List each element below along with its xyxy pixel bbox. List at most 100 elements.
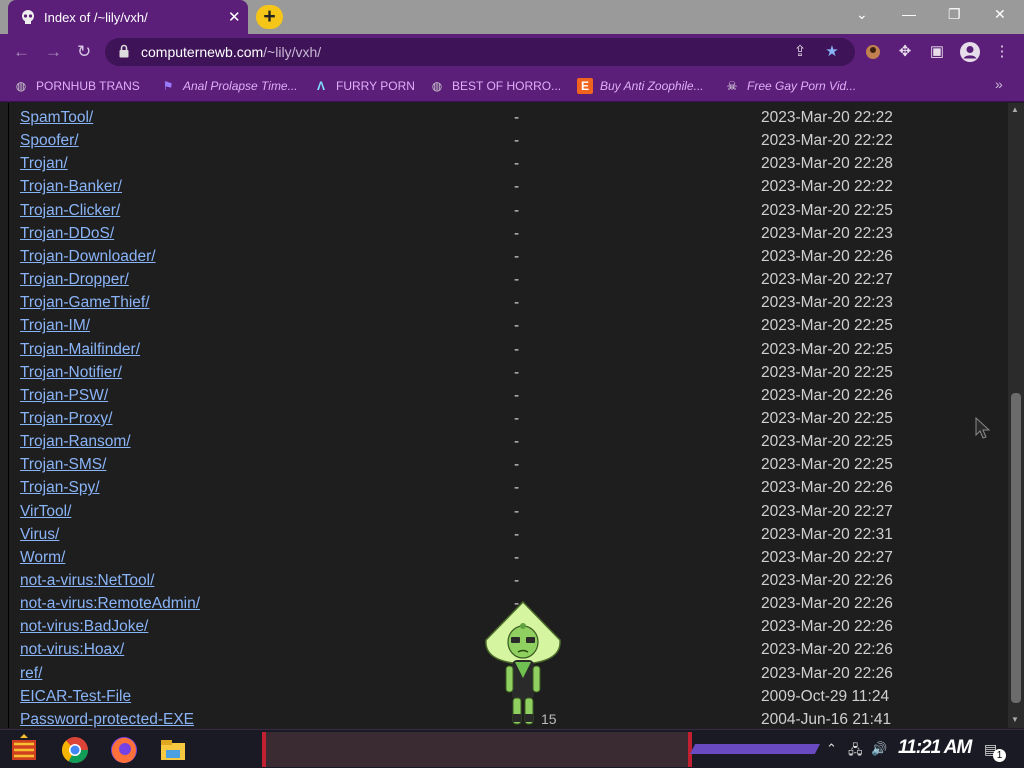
bookmarks-overflow-button[interactable]: »	[995, 76, 1003, 92]
page-scrollbar[interactable]: ▲ ▼	[1008, 103, 1024, 728]
listing-link[interactable]: Trojan-Downloader/	[20, 248, 156, 266]
bookmark-item[interactable]: E Buy Anti Zoophile...	[577, 78, 704, 94]
listing-link[interactable]: not-a-virus:NetTool/	[20, 572, 154, 590]
listing-link[interactable]: SpamTool/	[20, 109, 93, 127]
close-window-button[interactable]: ✕	[994, 6, 1006, 23]
listing-row: VirTool/ - 2023-Mar-20 22:27	[9, 499, 999, 522]
listing-size: -	[514, 109, 520, 126]
listing-link[interactable]: Trojan-GameThief/	[20, 294, 150, 312]
listing-link[interactable]: Trojan-PSW/	[20, 387, 108, 405]
listing-date: 2023-Mar-20 22:25	[761, 201, 893, 219]
bookmarks-bar: ◍ PORNHUB TRANS ⚑ Anal Prolapse Time... ΛF…	[0, 70, 1024, 102]
profile-extension-icon[interactable]	[864, 43, 882, 61]
listing-link[interactable]: Trojan-Ransom/	[20, 433, 131, 451]
bookmark-item[interactable]: ⚑ Anal Prolapse Time...	[160, 78, 298, 94]
lock-icon	[119, 44, 129, 58]
close-tab-icon[interactable]: ✕	[228, 8, 241, 26]
listing-row: Worm/ - 2023-Mar-20 22:27	[9, 545, 999, 568]
scrollbar-thumb[interactable]	[1011, 393, 1021, 703]
listing-date: 2023-Mar-20 22:25	[761, 456, 893, 474]
listing-date: 2009-Oct-29 11:24	[761, 687, 890, 705]
bookmark-star-icon[interactable]: ★	[823, 43, 841, 61]
network-icon[interactable]: 🖧	[848, 741, 863, 763]
listing-date: 2023-Mar-20 22:25	[761, 409, 893, 427]
listing-link[interactable]: not-a-virus:RemoteAdmin/	[20, 595, 200, 613]
side-panel-icon[interactable]: ▣	[928, 43, 946, 61]
scroll-down-arrow-icon[interactable]: ▼	[1011, 715, 1019, 724]
scroll-up-arrow-icon[interactable]: ▲	[1011, 105, 1019, 114]
listing-link[interactable]: not-virus:Hoax/	[20, 641, 124, 659]
listing-link[interactable]: Virus/	[20, 526, 59, 544]
listing-size: -	[514, 178, 520, 196]
listing-date: 2023-Mar-20 22:25	[761, 317, 893, 335]
browser-toolbar: ← → ↻ computernewb.com/~lily/vxh/ ⇪ ★ ✥ …	[0, 34, 1024, 70]
reload-button[interactable]: ↻	[77, 42, 91, 62]
listing-row: Trojan-SMS/ - 2023-Mar-20 22:25	[9, 452, 999, 475]
listing-date: 2023-Mar-20 22:26	[761, 386, 893, 404]
bookmark-item[interactable]: ◍ BEST OF HORRO...	[429, 78, 561, 94]
mascot-counter: 15	[541, 711, 557, 727]
listing-date: 2023-Mar-20 22:25	[761, 340, 893, 358]
listing-link[interactable]: Trojan-Proxy/	[20, 410, 112, 428]
bookmark-item[interactable]: ☠ Free Gay Porn Vid...	[724, 78, 857, 94]
taskbar-clock[interactable]: 11:21 AM	[898, 737, 972, 759]
listing-link[interactable]: Spoofer/	[20, 132, 79, 150]
listing-link[interactable]: Password-protected-EXE	[20, 711, 194, 728]
bookmark-item[interactable]: ◍ PORNHUB TRANS	[13, 78, 140, 94]
volume-icon[interactable]: 🔊	[871, 741, 887, 757]
chrome-taskbar-icon[interactable]	[59, 734, 91, 766]
listing-row: Trojan-DDoS/ - 2023-Mar-20 22:23	[9, 221, 999, 244]
profile-avatar-icon[interactable]	[959, 41, 981, 63]
listing-link[interactable]: Trojan-SMS/	[20, 456, 106, 474]
listing-link[interactable]: not-virus:BadJoke/	[20, 618, 148, 636]
listing-link[interactable]: Trojan-Mailfinder/	[20, 341, 140, 359]
address-bar[interactable]: computernewb.com/~lily/vxh/ ⇪ ★	[105, 38, 855, 66]
listing-size: -	[514, 363, 520, 381]
browser-menu-button[interactable]: ⋮	[993, 43, 1011, 61]
listing-link[interactable]: Trojan-Clicker/	[20, 202, 120, 220]
tab-strip: Index of /~lily/vxh/ ✕ + ⌄ — ❐ ✕	[0, 0, 1024, 34]
listing-link[interactable]: ref/	[20, 665, 42, 683]
listing-link[interactable]: Trojan-Banker/	[20, 178, 122, 196]
url-path: /~lily/vxh/	[263, 44, 322, 60]
listing-link[interactable]: Trojan/	[20, 155, 68, 173]
listing-date: 2023-Mar-20 22:26	[761, 479, 893, 497]
restore-button[interactable]: ❐	[948, 6, 961, 23]
tab-active[interactable]: Index of /~lily/vxh/ ✕	[8, 0, 248, 34]
listing-link[interactable]: Trojan-Dropper/	[20, 271, 129, 289]
listing-date: 2023-Mar-20 22:26	[761, 247, 893, 265]
listing-link[interactable]: EICAR-Test-File	[20, 688, 131, 706]
listing-date: 2023-Mar-20 22:22	[761, 132, 893, 150]
listing-link[interactable]: Trojan-IM/	[20, 317, 90, 335]
listing-link[interactable]: Trojan-Notifier/	[20, 364, 122, 382]
share-icon[interactable]: ⇪	[791, 43, 809, 61]
bookmark-item[interactable]: Λ FURRY PORN	[313, 78, 415, 94]
listing-date: 2023-Mar-20 22:25	[761, 363, 893, 381]
listing-date: 2004-Jun-16 21:41	[761, 710, 892, 728]
extensions-puzzle-icon[interactable]: ✥	[896, 43, 914, 61]
listing-link[interactable]: Worm/	[20, 549, 65, 567]
firefox-taskbar-icon[interactable]	[108, 734, 140, 766]
new-tab-button[interactable]: +	[256, 5, 283, 29]
listing-row: Trojan-Mailfinder/ - 2023-Mar-20 22:25	[9, 337, 999, 360]
file-explorer-icon[interactable]	[157, 734, 189, 766]
start-menu-icon[interactable]	[8, 734, 40, 766]
tab-search-icon[interactable]: ⌄	[856, 6, 868, 23]
listing-row: SpamTool/ - 2023-Mar-20 22:22	[9, 105, 999, 128]
listing-link[interactable]: VirTool/	[20, 503, 71, 521]
listing-link[interactable]: Trojan-Spy/	[20, 479, 100, 497]
minimize-button[interactable]: —	[902, 6, 916, 22]
listing-date: 2023-Mar-20 22:27	[761, 548, 893, 566]
listing-date: 2023-Mar-20 22:27	[761, 502, 893, 520]
listing-row: Trojan-Proxy/ - 2023-Mar-20 22:25	[9, 406, 999, 429]
globe-icon: ◍	[431, 79, 443, 93]
listing-size: -	[514, 155, 520, 173]
forward-button[interactable]: →	[45, 42, 62, 62]
listing-row: Trojan-Notifier/ - 2023-Mar-20 22:25	[9, 360, 999, 383]
desktop-mascot-character[interactable]	[482, 600, 564, 728]
back-button[interactable]: ←	[13, 42, 30, 62]
listing-row: Trojan-Dropper/ - 2023-Mar-20 22:27	[9, 267, 999, 290]
tray-expand-icon[interactable]: ⌃	[826, 741, 837, 757]
listing-link[interactable]: Trojan-DDoS/	[20, 225, 114, 243]
etsy-icon: E	[577, 78, 593, 94]
